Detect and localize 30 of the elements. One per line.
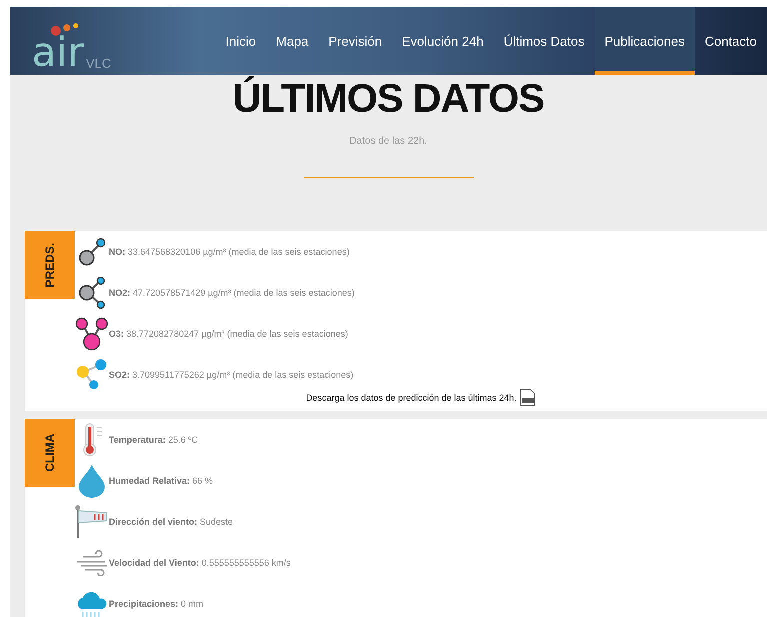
reading-text: Dirección del viento: Sudeste xyxy=(109,516,234,526)
molecule-icon xyxy=(77,276,107,308)
reading-text: NO: 33.647568320106 µg/m³ (media de las seis estaciones) xyxy=(109,246,350,256)
nav-link[interactable]: Últimos Datos xyxy=(494,7,595,75)
page-title: ÚLTIMOS DATOS xyxy=(232,77,546,122)
page-subtitle: Datos de las 22h. xyxy=(348,136,428,147)
section-label: CLIMA xyxy=(43,434,57,472)
reading-text: Velocidad del Viento: 0.555555555556 km/s xyxy=(109,558,291,568)
reading-text: SO2: 3.7099511775262 µg/m³ (media de las seis estaciones) xyxy=(109,370,354,380)
wind-icon xyxy=(75,550,109,576)
nav-link[interactable]: Contacto xyxy=(694,7,767,75)
reading-text: Temperatura: 25.6 ºC xyxy=(109,434,198,444)
csv-file-icon[interactable] xyxy=(520,389,536,407)
nav-link[interactable]: Mapa xyxy=(266,7,319,75)
nav-link[interactable]: Publicaciones xyxy=(594,7,695,75)
reading-text: NO2: 47.720578571429 µg/m³ (media de las seis estaciones) xyxy=(109,288,355,298)
download-text: Descarga los datos de predicción de las últimas 24h. xyxy=(306,393,517,403)
molecule-icon xyxy=(76,358,108,390)
windsock-icon xyxy=(75,504,109,538)
reading-text: Humedad Relativa: 66 % xyxy=(109,476,214,486)
molecule-icon xyxy=(75,316,109,350)
nav-link[interactable]: Evolución 24h xyxy=(392,7,494,75)
molecule-icon xyxy=(77,236,107,266)
nav-link[interactable]: Previsión xyxy=(318,7,392,75)
section-label: PREDS. xyxy=(43,242,57,288)
reading-text: Precipitaciones: 0 mm xyxy=(109,598,204,608)
nav-link[interactable]: Inicio xyxy=(216,7,266,75)
water-drop-icon xyxy=(78,464,106,498)
logo[interactable]: airVLC xyxy=(10,7,112,75)
reading-text: O3: 38.772082780247 µg/m³ (media de las seis estaciones) xyxy=(109,328,348,338)
